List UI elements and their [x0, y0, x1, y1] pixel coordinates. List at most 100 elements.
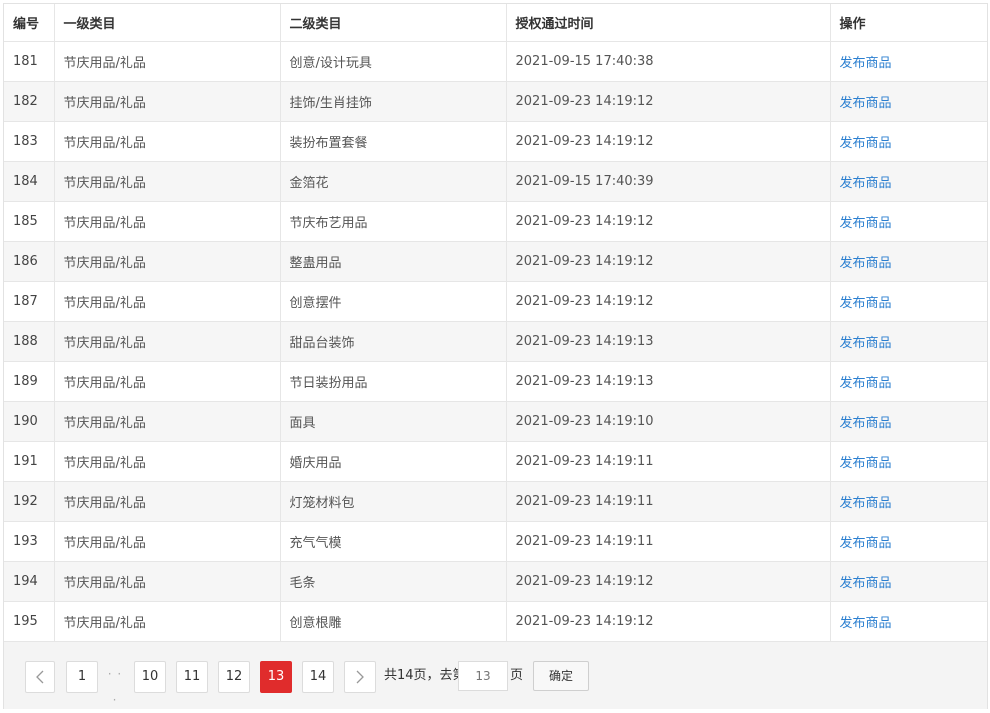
- cell-category-level2: 挂饰/生肖挂饰: [280, 81, 507, 122]
- cell-id: 188: [4, 321, 55, 362]
- table-row: 186 节庆用品/礼品 整蛊用品 2021-09-23 14:19:12 发布商品: [4, 241, 987, 282]
- table-row: 193 节庆用品/礼品 充气气模 2021-09-23 14:19:11 发布商品: [4, 521, 987, 562]
- cell-action: 发布商品: [830, 561, 987, 602]
- page-button-14[interactable]: 14: [302, 661, 334, 693]
- cell-action: 发布商品: [830, 521, 987, 562]
- category-table: 编号 一级类目 二级类目 授权通过时间 操作 181 节庆用品/礼品 创意/设计玩具…: [4, 4, 987, 642]
- publish-product-link[interactable]: 发布商品: [840, 376, 892, 391]
- page-button-12[interactable]: 12: [218, 661, 250, 693]
- table-row: 188 节庆用品/礼品 甜品台装饰 2021-09-23 14:19:13 发布商品: [4, 321, 987, 362]
- cell-auth-time: 2021-09-23 14:19:11: [506, 441, 831, 482]
- cell-auth-time: 2021-09-23 14:19:12: [506, 241, 831, 282]
- cell-action: 发布商品: [830, 81, 987, 122]
- cell-category-level2: 节庆布艺用品: [280, 201, 507, 242]
- cell-id: 181: [4, 41, 55, 82]
- cell-action: 发布商品: [830, 121, 987, 162]
- cell-id: 185: [4, 201, 55, 242]
- cell-id: 182: [4, 81, 55, 122]
- table-row: 194 节庆用品/礼品 毛条 2021-09-23 14:19:12 发布商品: [4, 561, 987, 602]
- chevron-left-icon: [36, 670, 44, 684]
- cell-category-level1: 节庆用品/礼品: [54, 241, 281, 282]
- table-row: 185 节庆用品/礼品 节庆布艺用品 2021-09-23 14:19:12 发布商品: [4, 201, 987, 242]
- publish-product-link[interactable]: 发布商品: [840, 496, 892, 511]
- header-id: 编号: [4, 4, 55, 42]
- cell-action: 发布商品: [830, 201, 987, 242]
- next-page-button[interactable]: [344, 661, 376, 693]
- cell-category-level2: 充气气模: [280, 521, 507, 562]
- cell-auth-time: 2021-09-23 14:19:13: [506, 361, 831, 402]
- publish-product-link[interactable]: 发布商品: [840, 416, 892, 431]
- cell-auth-time: 2021-09-23 14:19:10: [506, 401, 831, 442]
- cell-id: 191: [4, 441, 55, 482]
- cell-category-level2: 面具: [280, 401, 507, 442]
- cell-action: 发布商品: [830, 241, 987, 282]
- cell-category-level2: 节日装扮用品: [280, 361, 507, 402]
- cell-category-level2: 灯笼材料包: [280, 481, 507, 522]
- cell-id: 192: [4, 481, 55, 522]
- table-row: 192 节庆用品/礼品 灯笼材料包 2021-09-23 14:19:11 发布商品: [4, 481, 987, 522]
- cell-action: 发布商品: [830, 361, 987, 402]
- publish-product-link[interactable]: 发布商品: [840, 176, 892, 191]
- table-row: 182 节庆用品/礼品 挂饰/生肖挂饰 2021-09-23 14:19:12 发布商品: [4, 81, 987, 122]
- publish-product-link[interactable]: 发布商品: [840, 56, 892, 71]
- cell-action: 发布商品: [830, 441, 987, 482]
- cell-id: 190: [4, 401, 55, 442]
- table-row: 183 节庆用品/礼品 装扮布置套餐 2021-09-23 14:19:12 发布商品: [4, 121, 987, 162]
- publish-product-link[interactable]: 发布商品: [840, 216, 892, 231]
- cell-category-level1: 节庆用品/礼品: [54, 561, 281, 602]
- publish-product-link[interactable]: 发布商品: [840, 296, 892, 311]
- cell-category-level2: 创意根雕: [280, 601, 507, 642]
- cell-category-level1: 节庆用品/礼品: [54, 441, 281, 482]
- cell-auth-time: 2021-09-23 14:19:12: [506, 201, 831, 242]
- cell-auth-time: 2021-09-23 14:19:11: [506, 521, 831, 562]
- pagination-bar: 1 · · · 10 11 12 13 14 共14页，去第 页 确定: [4, 641, 987, 709]
- cell-category-level2: 创意/设计玩具: [280, 41, 507, 82]
- cell-category-level1: 节庆用品/礼品: [54, 321, 281, 362]
- publish-product-link[interactable]: 发布商品: [840, 256, 892, 271]
- publish-product-link[interactable]: 发布商品: [840, 576, 892, 591]
- cell-id: 184: [4, 161, 55, 202]
- cell-category-level2: 创意摆件: [280, 281, 507, 322]
- cell-category-level1: 节庆用品/礼品: [54, 41, 281, 82]
- category-authorization-panel: 编号 一级类目 二级类目 授权通过时间 操作 181 节庆用品/礼品 创意/设计玩具…: [3, 3, 988, 709]
- cell-category-level2: 金箔花: [280, 161, 507, 202]
- page-button-11[interactable]: 11: [176, 661, 208, 693]
- cell-action: 发布商品: [830, 601, 987, 642]
- goto-page-input[interactable]: [458, 661, 508, 691]
- cell-id: 195: [4, 601, 55, 642]
- page-suffix-text: 页: [510, 668, 524, 683]
- publish-product-link[interactable]: 发布商品: [840, 616, 892, 631]
- table-header-row: 编号 一级类目 二级类目 授权通过时间 操作: [4, 4, 987, 42]
- publish-product-link[interactable]: 发布商品: [840, 96, 892, 111]
- confirm-goto-button[interactable]: 确定: [533, 661, 589, 691]
- cell-auth-time: 2021-09-23 14:19:11: [506, 481, 831, 522]
- page-button-10[interactable]: 10: [134, 661, 166, 693]
- cell-auth-time: 2021-09-23 14:19:12: [506, 601, 831, 642]
- page-button-first[interactable]: 1: [66, 661, 98, 693]
- publish-product-link[interactable]: 发布商品: [840, 536, 892, 551]
- publish-product-link[interactable]: 发布商品: [840, 456, 892, 471]
- cell-auth-time: 2021-09-23 14:19:12: [506, 81, 831, 122]
- cell-id: 194: [4, 561, 55, 602]
- publish-product-link[interactable]: 发布商品: [840, 336, 892, 351]
- prev-page-button[interactable]: [25, 661, 55, 693]
- cell-category-level2: 婚庆用品: [280, 441, 507, 482]
- cell-category-level2: 毛条: [280, 561, 507, 602]
- cell-id: 193: [4, 521, 55, 562]
- cell-action: 发布商品: [830, 161, 987, 202]
- cell-category-level1: 节庆用品/礼品: [54, 81, 281, 122]
- header-auth-time: 授权通过时间: [506, 4, 831, 42]
- publish-product-link[interactable]: 发布商品: [840, 136, 892, 151]
- cell-category-level1: 节庆用品/礼品: [54, 401, 281, 442]
- cell-category-level1: 节庆用品/礼品: [54, 281, 281, 322]
- page-ellipsis: · · ·: [107, 667, 123, 707]
- cell-category-level1: 节庆用品/礼品: [54, 161, 281, 202]
- cell-id: 186: [4, 241, 55, 282]
- cell-category-level1: 节庆用品/礼品: [54, 201, 281, 242]
- header-action: 操作: [830, 4, 987, 42]
- table-row: 184 节庆用品/礼品 金箔花 2021-09-15 17:40:39 发布商品: [4, 161, 987, 202]
- page-button-current[interactable]: 13: [260, 661, 292, 693]
- cell-auth-time: 2021-09-23 14:19:13: [506, 321, 831, 362]
- cell-action: 发布商品: [830, 41, 987, 82]
- chevron-right-icon: [356, 670, 364, 684]
